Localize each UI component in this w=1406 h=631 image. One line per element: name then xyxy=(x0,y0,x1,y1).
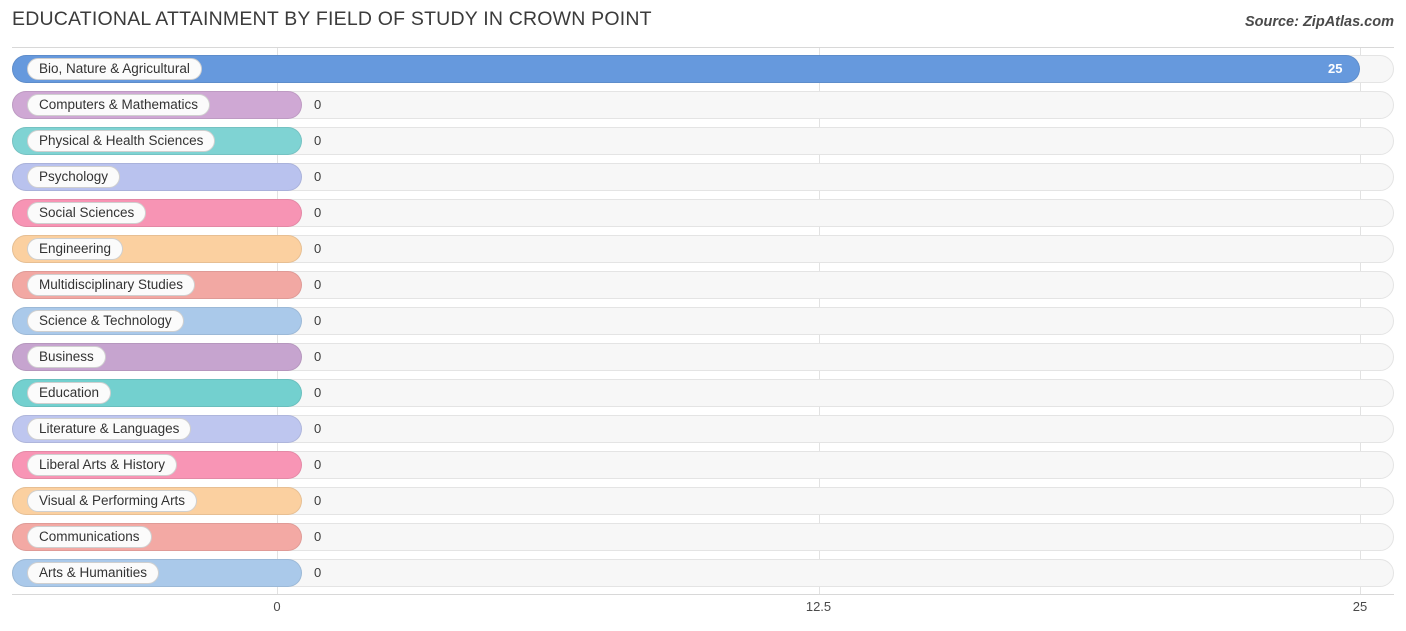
category-label-pill: Physical & Health Sciences xyxy=(27,130,216,152)
category-label-pill: Liberal Arts & History xyxy=(27,454,178,476)
bar-value-label: 0 xyxy=(314,133,322,148)
category-label-pill: Psychology xyxy=(27,166,121,188)
bar[interactable] xyxy=(12,55,1360,83)
category-label: Arts & Humanities xyxy=(39,565,148,581)
plot-area: Bio, Nature & Agricultural 25 Computers & … xyxy=(12,47,1394,595)
bar-value-label: 0 xyxy=(314,565,322,580)
category-label-pill: Multidisciplinary Studies xyxy=(27,274,196,296)
category-label-pill: Arts & Humanities xyxy=(27,562,160,584)
bar-value-label: 0 xyxy=(314,529,322,544)
x-axis-tick: 25 xyxy=(1352,599,1368,614)
page-title: EDUCATIONAL ATTAINMENT BY FIELD OF STUDY… xyxy=(12,8,652,30)
category-label-pill: Communications xyxy=(27,526,152,548)
bar-value-label: 0 xyxy=(314,421,322,436)
category-label: Education xyxy=(39,385,100,401)
bar-value-label: 0 xyxy=(314,349,322,364)
source-label: Source: ZipAtlas.com xyxy=(1244,14,1394,30)
bar-value-label: 25 xyxy=(1328,61,1343,76)
x-axis-tick: 12.5 xyxy=(805,599,832,614)
category-label: Business xyxy=(39,349,94,365)
category-label-pill: Bio, Nature & Agricultural xyxy=(27,58,202,80)
category-label: Psychology xyxy=(39,169,109,185)
chart-page: EDUCATIONAL ATTAINMENT BY FIELD OF STUDY… xyxy=(0,0,1406,631)
category-label-pill: Science & Technology xyxy=(27,310,184,332)
category-label-pill: Engineering xyxy=(27,238,124,260)
bar-value-label: 0 xyxy=(314,205,322,220)
category-label: Literature & Languages xyxy=(39,421,180,437)
bar-value-label: 0 xyxy=(314,313,322,328)
category-label-pill: Computers & Mathematics xyxy=(27,94,211,116)
bar-value-label: 0 xyxy=(314,97,322,112)
category-label: Liberal Arts & History xyxy=(39,457,166,473)
category-label-pill: Business xyxy=(27,346,106,368)
category-label: Visual & Performing Arts xyxy=(39,493,186,509)
category-label: Computers & Mathematics xyxy=(39,97,199,113)
category-label: Physical & Health Sciences xyxy=(39,133,204,149)
x-axis-tick: 0 xyxy=(273,599,281,614)
category-label: Communications xyxy=(39,529,140,545)
bar-value-label: 0 xyxy=(314,385,322,400)
category-label: Engineering xyxy=(39,241,112,257)
category-label: Science & Technology xyxy=(39,313,172,329)
bar-value-label: 0 xyxy=(314,493,322,508)
category-label-pill: Social Sciences xyxy=(27,202,147,224)
category-label-pill: Visual & Performing Arts xyxy=(27,490,198,512)
bar-value-label: 0 xyxy=(314,277,322,292)
category-label-pill: Literature & Languages xyxy=(27,418,192,440)
category-label-pill: Education xyxy=(27,382,112,404)
category-label: Multidisciplinary Studies xyxy=(39,277,184,293)
category-label: Bio, Nature & Agricultural xyxy=(39,61,190,77)
bar-value-label: 0 xyxy=(314,241,322,256)
category-label: Social Sciences xyxy=(39,205,135,221)
bar-value-label: 0 xyxy=(314,169,322,184)
bar-value-label: 0 xyxy=(314,457,322,472)
